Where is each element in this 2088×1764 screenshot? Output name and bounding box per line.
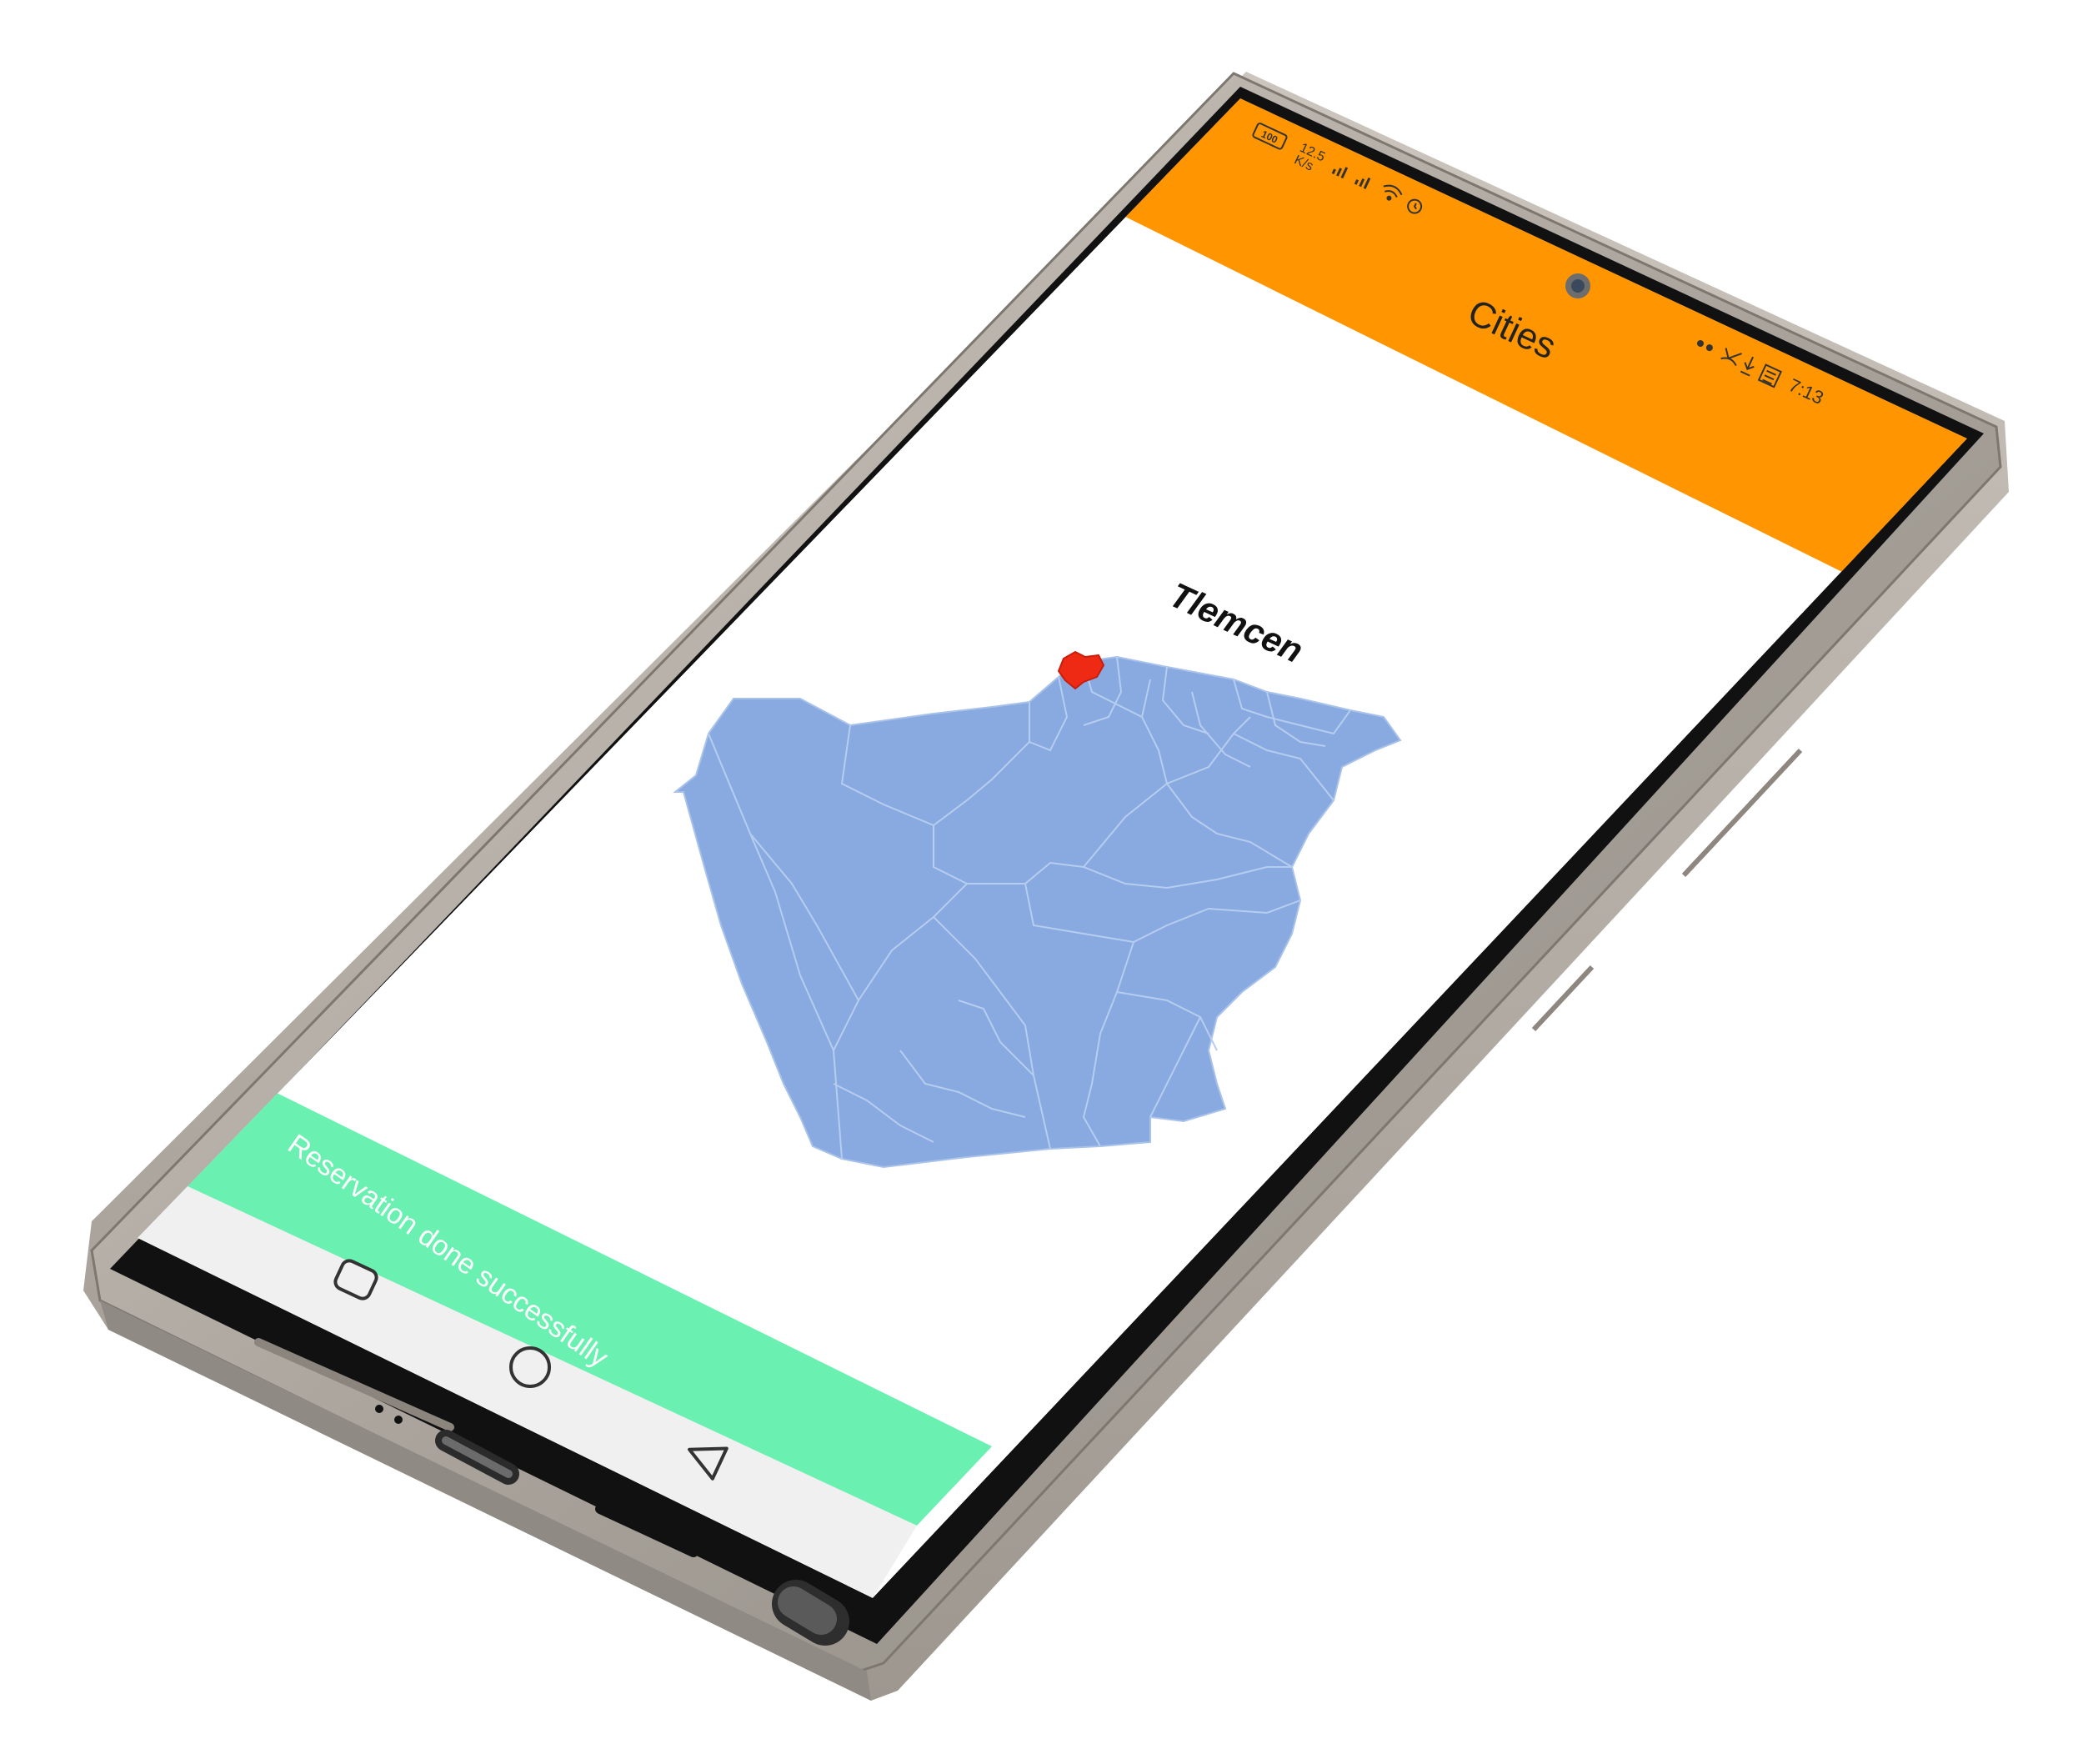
s-pen xyxy=(772,1580,849,1646)
phone-mockup: 100 12.5 K/s 7:13 Cities Tlemcen Reserva… xyxy=(83,72,2009,1701)
front-camera xyxy=(1565,273,1590,298)
